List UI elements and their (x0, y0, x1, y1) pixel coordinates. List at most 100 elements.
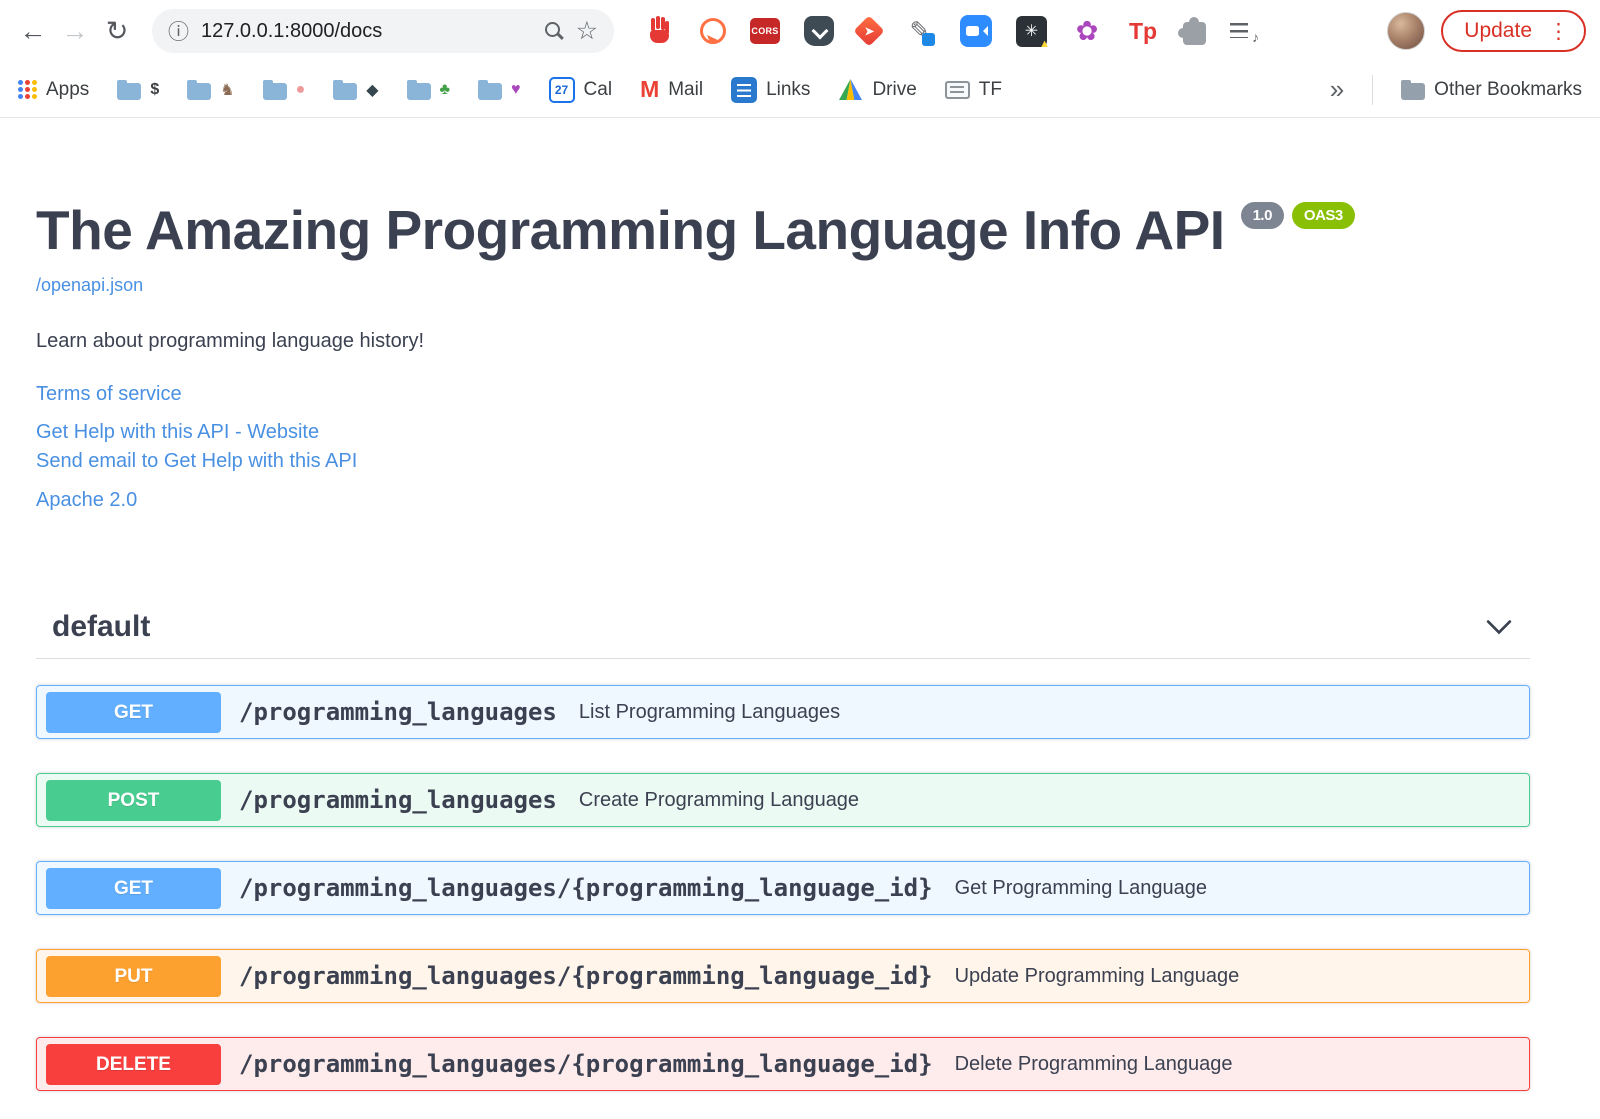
endpoint-summary: Update Programming Language (954, 964, 1240, 987)
update-label: Update (1464, 19, 1532, 42)
website-help-link[interactable]: Get Help with this API - Website (36, 421, 1530, 444)
version-badge: 1.0 (1240, 201, 1284, 229)
drive-label: Drive (872, 78, 917, 100)
endpoint-path: /programming_languages (239, 786, 557, 814)
api-title: The Amazing Programming Language Info AP… (36, 198, 1530, 262)
diamond-arrow-icon[interactable]: ➤ (853, 15, 885, 47)
eyedropper-pen-icon[interactable]: ✎ (904, 15, 936, 47)
video-camera-icon[interactable] (960, 15, 992, 47)
terms-of-service-link[interactable]: Terms of service (36, 383, 1530, 406)
openapi-json-link[interactable]: /openapi.json (36, 275, 143, 296)
bookmark-star-icon[interactable]: ☆ (576, 16, 598, 46)
tf-label: TF (978, 78, 1002, 100)
apps-label: Apps (46, 78, 90, 100)
bookmark-folder-horse[interactable]: ♞ (187, 79, 235, 100)
atom-extension-icon[interactable]: ✳ ▲ (1016, 15, 1050, 50)
bookmark-folder-brain[interactable]: ● (262, 79, 306, 100)
folder-icon (117, 79, 142, 100)
extensions-area: CORS ➤ ✎ ✳ ▲ ✿ Tp ♪ (644, 15, 1259, 50)
method-badge: GET (46, 867, 221, 909)
api-badges: 1.0 OAS3 (1240, 180, 1355, 242)
method-badge: POST (46, 779, 221, 821)
endpoint-row-update-language[interactable]: PUT /programming_languages/{programming_… (36, 949, 1530, 1003)
bookmark-folder-herb[interactable]: ♣ (406, 79, 451, 100)
browser-toolbar: ← → ↻ ⓘ 127.0.0.1:8000/docs ☆ CORS ➤ ✎ ✳… (0, 0, 1600, 62)
method-badge: GET (46, 691, 221, 733)
method-badge: PUT (46, 955, 221, 997)
tag-section: default GET /programming_languages List … (36, 600, 1530, 1091)
endpoint-summary: List Programming Languages (578, 700, 841, 723)
site-info-icon[interactable]: ⓘ (168, 16, 189, 46)
other-bookmarks-label: Other Bookmarks (1434, 78, 1582, 100)
cors-extension-icon[interactable]: CORS (750, 18, 780, 44)
endpoint-row-get-language[interactable]: GET /programming_languages/{programming_… (36, 861, 1530, 915)
api-title-text: The Amazing Programming Language Info AP… (36, 199, 1225, 261)
bookmark-links[interactable]: Links (731, 76, 811, 103)
address-bar[interactable]: ⓘ 127.0.0.1:8000/docs ☆ (152, 9, 614, 53)
endpoint-path: /programming_languages/{programming_lang… (239, 874, 933, 902)
bookmark-drive[interactable]: Drive (838, 78, 917, 101)
tag-section-header[interactable]: default (36, 600, 1530, 659)
swagger-docs-page: The Amazing Programming Language Info AP… (0, 118, 1600, 1091)
folder-icon (333, 79, 358, 100)
drive-icon (839, 79, 863, 100)
forward-button[interactable]: → (54, 16, 96, 47)
media-queue-icon[interactable]: ♪ (1230, 20, 1259, 45)
speech-bubble-icon[interactable] (700, 18, 726, 44)
license-link[interactable]: Apache 2.0 (36, 489, 1530, 512)
method-badge: DELETE (46, 1043, 221, 1085)
bookmarks-bar: Apps $ ♞ ● ◆ ♣ ♥ 27 Cal M Mail Links Dri… (0, 62, 1600, 118)
folder-icon (406, 79, 431, 100)
contact-links: Get Help with this API - Website Send em… (36, 421, 1530, 473)
endpoint-path: /programming_languages (239, 698, 557, 726)
endpoint-row-list-languages[interactable]: GET /programming_languages List Programm… (36, 685, 1530, 739)
bookmark-gmail[interactable]: M Mail (640, 76, 703, 103)
pocket-icon[interactable] (804, 16, 834, 46)
brain-glyph: ● (295, 80, 306, 98)
calendar-icon: 27 (548, 76, 575, 103)
links-label: Links (766, 78, 811, 100)
bookmark-folder-education[interactable]: ◆ (333, 79, 379, 100)
reload-button[interactable]: ↻ (96, 16, 138, 47)
blocker-hand-icon[interactable] (644, 15, 676, 47)
zoom-icon[interactable] (544, 21, 564, 41)
collapse-chevron-icon[interactable] (1486, 619, 1512, 635)
other-bookmarks[interactable]: Other Bookmarks (1401, 79, 1582, 101)
puzzle-extensions-icon[interactable] (1178, 17, 1206, 45)
tf-icon (944, 80, 970, 99)
dollar-glyph: $ (150, 80, 160, 98)
email-help-link[interactable]: Send email to Get Help with this API (36, 450, 1530, 473)
endpoint-row-create-language[interactable]: POST /programming_languages Create Progr… (36, 773, 1530, 827)
api-info-block: The Amazing Programming Language Info AP… (36, 198, 1530, 512)
url-text: 127.0.0.1:8000/docs (201, 19, 383, 42)
gmail-icon: M (640, 76, 660, 102)
endpoint-summary: Get Programming Language (954, 876, 1207, 899)
herb-glyph: ♣ (439, 80, 451, 98)
flower-extension-icon[interactable]: ✿ (1071, 15, 1103, 47)
endpoint-summary: Delete Programming Language (954, 1052, 1233, 1075)
calendar-label: Cal (583, 78, 613, 100)
bookmarks-overflow-chevron[interactable]: » (1330, 74, 1344, 105)
links-icon (731, 76, 758, 103)
bookmark-calendar[interactable]: 27 Cal (548, 76, 613, 103)
update-button[interactable]: Update ⋮ (1441, 10, 1586, 52)
tag-title: default (52, 610, 151, 643)
oas3-badge: OAS3 (1291, 201, 1355, 229)
tampermonkey-icon[interactable]: Tp (1127, 15, 1159, 47)
endpoint-row-delete-language[interactable]: DELETE /programming_languages/{programmi… (36, 1037, 1530, 1091)
browser-menu-icon[interactable]: ⋮ (1548, 19, 1569, 44)
endpoint-path: /programming_languages/{programming_lang… (239, 962, 933, 990)
folder-icon (1401, 79, 1426, 100)
bookmark-folder-heart[interactable]: ♥ (478, 79, 521, 100)
back-button[interactable]: ← (12, 16, 54, 47)
apps-grid-icon (18, 80, 37, 99)
bookmark-tf[interactable]: TF (944, 78, 1002, 101)
folder-icon (187, 79, 212, 100)
grad-cap-glyph: ◆ (366, 81, 379, 99)
folder-icon (262, 79, 287, 100)
profile-avatar[interactable] (1387, 12, 1426, 50)
horse-glyph: ♞ (220, 81, 235, 99)
apps-shortcut[interactable]: Apps (18, 79, 89, 101)
endpoint-path: /programming_languages/{programming_lang… (239, 1050, 933, 1078)
bookmark-folder-dollar[interactable]: $ (117, 79, 160, 100)
